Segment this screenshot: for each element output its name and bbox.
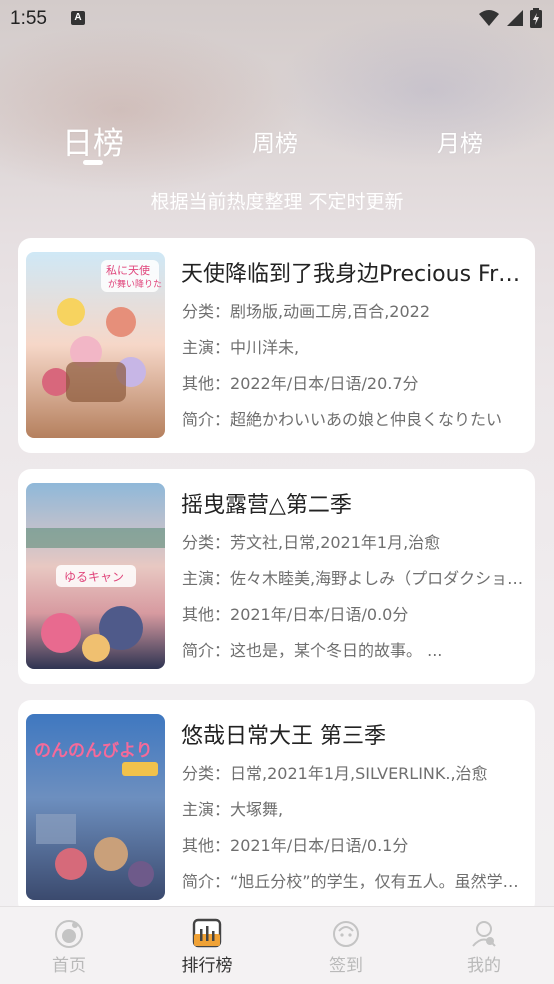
nav-home-label: 首页 — [52, 956, 86, 976]
tab-weekly[interactable]: 周榜 — [252, 124, 298, 158]
wifi-icon — [479, 10, 499, 26]
other-row: 其他：2021年/日本/日语/0.1分 — [182, 832, 527, 856]
other-value: 2021年/日本/日语/0.1分 — [230, 836, 409, 855]
intro-row: 简介：“旭丘分校”的学生，仅有五人。虽然学年不同 — [182, 868, 527, 892]
anime-title: 天使降临到了我身边Precious Friends — [181, 262, 521, 287]
intro-label: 简介： — [182, 410, 231, 429]
svg-text:のんのんびより: のんのんびより — [34, 741, 153, 761]
other-row: 其他：2021年/日本/日语/0.0分 — [182, 601, 527, 625]
cast-label: 主演： — [182, 800, 231, 819]
nav-ranking[interactable]: 排行榜 — [167, 917, 247, 976]
other-label: 其他： — [182, 374, 231, 393]
anime-card[interactable]: ゆるキャン 摇曳露营△第二季 分类：芳文社,日常,2021年1月,治愈 主演：佐… — [18, 469, 535, 684]
cast-row: 主演：大塚舞, — [182, 796, 527, 820]
ranking-icon — [192, 918, 222, 948]
category-value: 芳文社,日常,2021年1月,治愈 — [230, 533, 441, 552]
nav-ranking-label: 排行榜 — [181, 956, 233, 976]
nav-profile-label: 我的 — [467, 956, 501, 976]
nav-home[interactable]: 首页 — [29, 917, 109, 976]
anime-title: 摇曳露营△第二季 — [181, 493, 352, 518]
home-icon — [55, 920, 83, 948]
category-label: 分类： — [182, 764, 231, 783]
tab-indicator — [83, 160, 103, 165]
poster-image: のんのんびより — [26, 714, 165, 900]
intro-label: 简介： — [182, 641, 231, 660]
intro-row: 简介：这也是，某个冬日的故事。 ... — [182, 637, 527, 661]
category-value: 剧场版,动画工房,百合,2022 — [230, 302, 430, 321]
other-label: 其他： — [182, 605, 231, 624]
poster-image: ゆるキャン — [26, 483, 165, 669]
cast-label: 主演： — [182, 338, 231, 357]
status-bar: 1:55 A — [0, 0, 554, 38]
other-value: 2021年/日本/日语/0.0分 — [230, 605, 409, 624]
anime-card[interactable]: 私に天使 が舞い降りた 天使降临到了我身边Precious Friends 分类… — [18, 238, 535, 453]
anime-title: 悠哉日常大王 第三季 — [181, 724, 386, 749]
tab-daily[interactable]: 日榜 — [62, 118, 124, 163]
poster-image: 私に天使 が舞い降りた — [26, 252, 165, 438]
other-label: 其他： — [182, 836, 231, 855]
other-row: 其他：2022年/日本/日语/20.7分 — [182, 370, 527, 394]
category-row: 分类：日常,2021年1月,SILVERLINK.,治愈 — [182, 760, 527, 784]
notification-badge-icon: A — [71, 11, 85, 25]
intro-value: “旭丘分校”的学生，仅有五人。虽然学年不同 — [230, 872, 527, 891]
category-value: 日常,2021年1月,SILVERLINK.,治愈 — [230, 764, 488, 783]
category-label: 分类： — [182, 533, 231, 552]
anime-card[interactable]: のんのんびより 悠哉日常大王 第三季 分类：日常,2021年1月,SILVERL… — [18, 700, 535, 915]
category-row: 分类：剧场版,动画工房,百合,2022 — [182, 298, 527, 322]
status-icons — [478, 8, 542, 28]
category-row: 分类：芳文社,日常,2021年1月,治愈 — [182, 529, 527, 553]
ranking-subtitle: 根据当前热度整理 不定时更新 — [150, 191, 404, 213]
battery-icon — [530, 8, 542, 28]
cast-row: 主演：佐々木睦美,海野よしみ（プロダクション） — [182, 565, 527, 589]
other-value: 2022年/日本/日语/20.7分 — [230, 374, 419, 393]
checkin-icon — [333, 921, 359, 947]
profile-icon — [472, 921, 496, 947]
intro-value: 超絶かわいいあの娘と仲良くなりたい — [230, 410, 503, 429]
svg-text:が舞い降りた: が舞い降りた — [108, 278, 162, 290]
status-time: 1:55 — [10, 8, 47, 29]
nav-checkin-label: 签到 — [329, 956, 363, 976]
cast-label: 主演： — [182, 569, 231, 588]
category-label: 分类： — [182, 302, 231, 321]
svg-text:私に天使: 私に天使 — [106, 264, 150, 277]
cast-value: 佐々木睦美,海野よしみ（プロダクション） — [230, 569, 527, 588]
tab-monthly[interactable]: 月榜 — [437, 124, 483, 158]
nav-checkin[interactable]: 签到 — [306, 917, 386, 976]
cast-value: 中川洋未, — [230, 338, 300, 357]
cast-value: 大塚舞, — [230, 800, 284, 819]
cast-row: 主演：中川洋未, — [182, 334, 527, 358]
nav-profile[interactable]: 我的 — [444, 917, 524, 976]
intro-value: 这也是，某个冬日的故事。 ... — [230, 641, 443, 660]
svg-text:ゆるキャン: ゆるキャン — [64, 570, 124, 584]
bottom-nav: 首页 排行榜 签到 我的 — [0, 906, 554, 984]
intro-label: 简介： — [182, 872, 231, 891]
intro-row: 简介：超絶かわいいあの娘と仲良くなりたい — [182, 406, 527, 430]
signal-icon — [507, 10, 523, 26]
